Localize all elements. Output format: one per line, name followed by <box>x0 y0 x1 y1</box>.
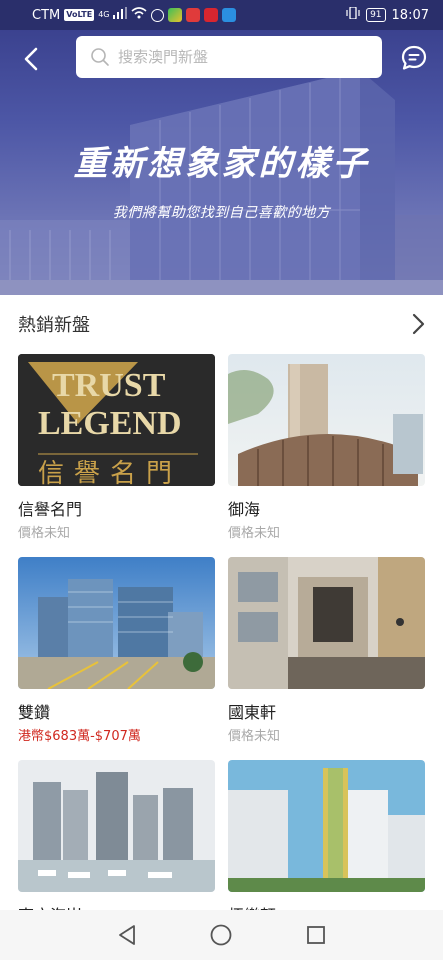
square-recents-icon <box>306 926 325 944</box>
listing-name: 國東軒 <box>228 703 277 722</box>
listing-name: 信譽名門 <box>18 500 83 519</box>
listing-price: 價格未知 <box>18 526 71 541</box>
listing-image <box>228 760 425 892</box>
image-text-legend: LEGEND <box>38 405 182 442</box>
hero-subtitle: 我們將幫助您找到自己喜歡的地方 <box>112 205 331 221</box>
listing-card[interactable]: 東方海岸 <box>18 760 215 925</box>
search-input[interactable] <box>118 48 358 66</box>
message-button[interactable] <box>398 42 430 74</box>
wifi-icon <box>131 7 148 23</box>
listing-price: 價格未知 <box>228 729 281 744</box>
listing-image <box>18 557 215 689</box>
listing-card[interactable]: TRUST LEGEND 信譽名門 信譽名門 價格未知 <box>18 354 215 541</box>
nav-home-button[interactable] <box>201 915 241 955</box>
listing-price: 價格未知 <box>228 526 281 541</box>
app-green-icon <box>168 8 183 22</box>
search-bar[interactable] <box>76 36 382 78</box>
system-nav-bar <box>0 910 443 960</box>
listing-name: 御海 <box>228 500 261 519</box>
clock: 18:07 <box>391 7 429 23</box>
app-blue-icon <box>222 8 237 22</box>
listing-image <box>228 557 425 689</box>
nav-back-button[interactable] <box>107 915 147 955</box>
listing-card[interactable]: 國東軒 價格未知 <box>228 557 425 744</box>
listing-card[interactable]: 栢樂軒 <box>228 760 425 925</box>
search-icon <box>91 48 109 66</box>
hero-title: 重新想象家的樣子 <box>73 144 370 184</box>
volte-icon: VoLTE <box>64 9 95 21</box>
listing-price: 港幣$683萬-$707萬 <box>18 729 141 744</box>
listing-card[interactable]: 雙鑽 港幣$683萬-$707萬 <box>18 557 215 744</box>
chevron-left-icon <box>24 47 38 71</box>
listing-card[interactable]: 御海 價格未知 <box>228 354 425 541</box>
status-bar: CTM VoLTE 4G 91 18:07 <box>0 0 443 30</box>
listing-image <box>18 760 215 892</box>
triangle-back-icon <box>119 925 136 945</box>
listing-name: 雙鑽 <box>18 703 51 722</box>
status-left: CTM VoLTE 4G <box>32 7 237 23</box>
image-text-zh: 信譽名門 <box>38 459 182 486</box>
section-title: 熱銷新盤 <box>18 315 90 336</box>
status-right: 91 18:07 <box>346 6 429 23</box>
signal-icon <box>113 7 128 23</box>
chevron-right-icon[interactable] <box>411 313 425 335</box>
circle-home-icon <box>211 924 232 946</box>
section-header-hot-listings[interactable]: 熱銷新盤 <box>0 295 443 353</box>
app-notify-icon <box>151 8 165 22</box>
listing-image: TRUST LEGEND 信譽名門 <box>18 354 215 486</box>
listing-image <box>228 354 425 486</box>
carrier-label: CTM <box>32 7 61 23</box>
image-text-trust: TRUST <box>52 367 166 404</box>
network-label: 4G <box>98 10 110 19</box>
app-red-icon <box>186 8 201 22</box>
hero-banner: 重新想象家的樣子 我們將幫助您找到自己喜歡的地方 <box>0 30 443 295</box>
battery-indicator: 91 <box>366 8 386 22</box>
nav-recents-button[interactable] <box>296 915 336 955</box>
app-red2-icon <box>204 8 219 22</box>
back-button[interactable] <box>14 42 48 76</box>
vibrate-icon <box>346 6 360 23</box>
chat-bubble-icon <box>401 45 427 70</box>
